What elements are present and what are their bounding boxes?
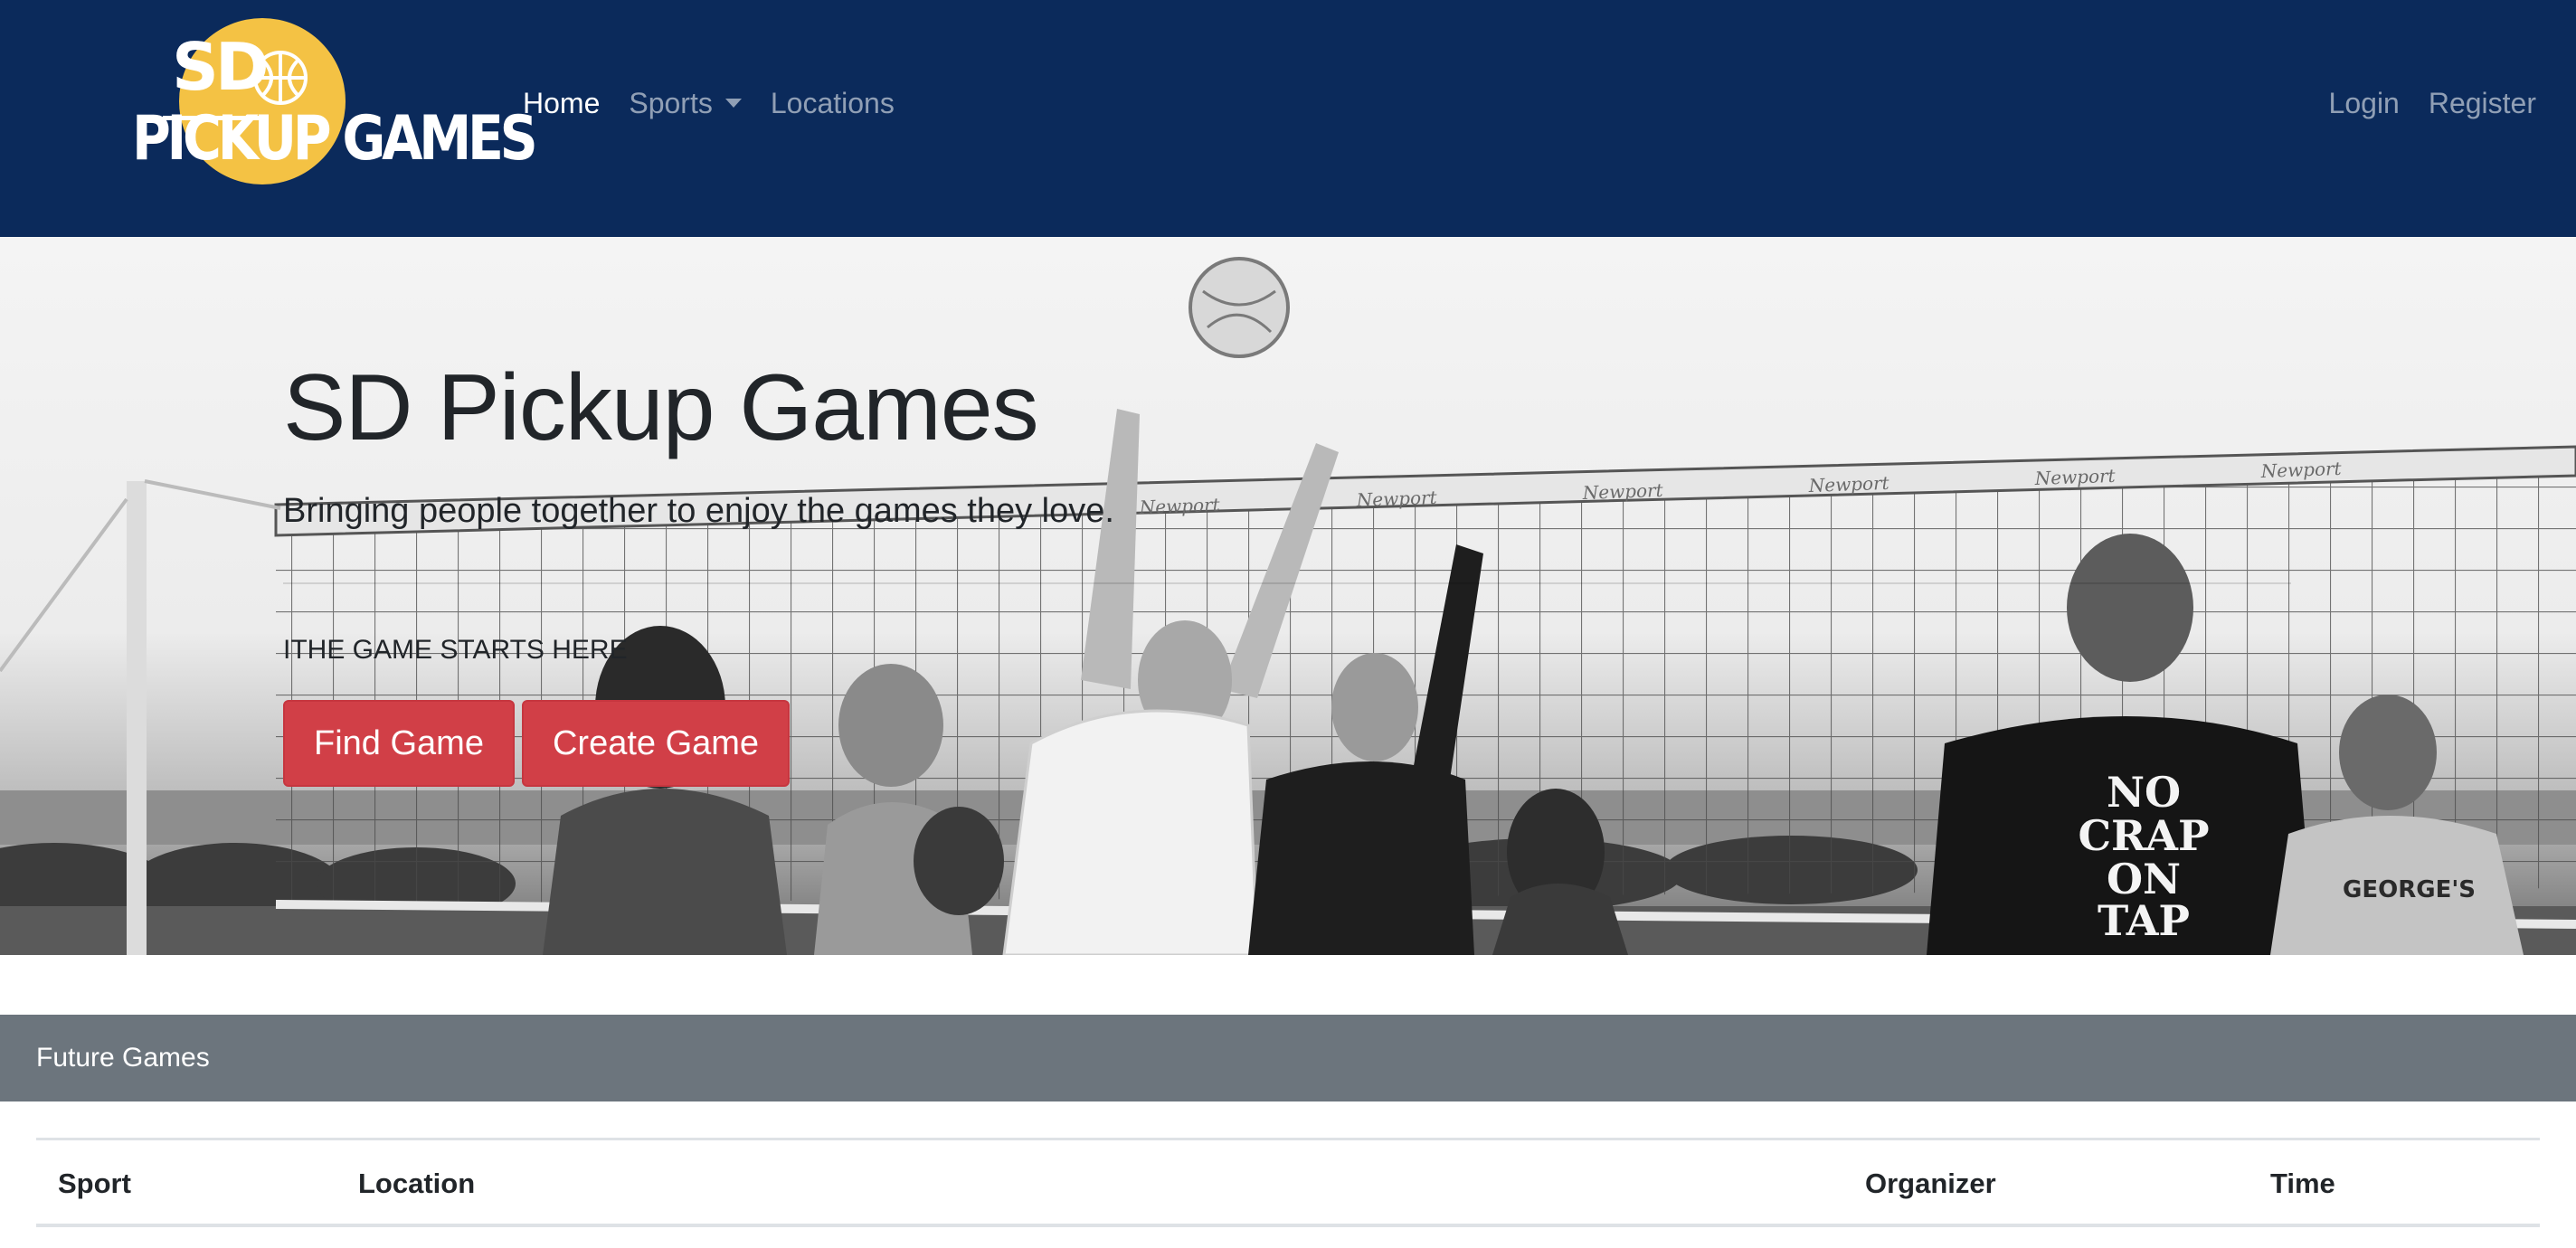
svg-text:Newport: Newport	[1581, 479, 1664, 504]
future-games-card: Future Games Sport Location Organizer Ti…	[0, 1015, 2576, 1248]
hero-title: SD Pickup Games	[283, 355, 1039, 460]
nav-auth: Login Register	[2329, 81, 2536, 125]
svg-text:Newport: Newport	[2259, 458, 2343, 482]
nav-home[interactable]: Home	[523, 81, 600, 125]
shirt-text-line-1: NO	[2107, 768, 2181, 817]
nav-sports-dropdown[interactable]: Sports	[629, 81, 742, 125]
brand-line-1: SD	[172, 29, 270, 105]
column-header-sport[interactable]: Sport	[58, 1140, 131, 1227]
nav-locations[interactable]: Locations	[771, 81, 895, 125]
shirt-text-line-4: TAP	[2098, 896, 2190, 945]
nav-sports-label: Sports	[629, 87, 713, 119]
hero-tagline: ITHE GAME STARTS HERE	[283, 635, 628, 665]
register-link[interactable]: Register	[2429, 81, 2536, 125]
navbar: SD PICKUP GAMES Home Sports Locations Lo…	[0, 0, 2576, 237]
create-game-button[interactable]: Create Game	[521, 700, 791, 787]
column-header-time[interactable]: Time	[2270, 1140, 2335, 1227]
hero-lead: Bringing people together to enjoy the ga…	[283, 492, 1114, 530]
caret-down-icon	[724, 99, 742, 108]
svg-text:Newport: Newport	[1807, 472, 1890, 496]
svg-text:Newport: Newport	[1138, 494, 1221, 518]
hero-buttons: Find Game Create Game	[283, 700, 791, 787]
future-games-header: Future Games	[0, 1015, 2576, 1101]
future-games-table: Sport Location Organizer Time	[36, 1138, 2540, 1248]
hero-divider	[283, 582, 2291, 584]
column-header-organizer[interactable]: Organizer	[1865, 1140, 1996, 1227]
column-header-location[interactable]: Location	[358, 1140, 475, 1227]
svg-text:Newport: Newport	[1355, 487, 1438, 511]
brand-logo[interactable]: SD PICKUP GAMES	[127, 13, 538, 190]
shirt-text-georges: GEORGE'S	[2343, 876, 2476, 903]
brand-line-2: PICKUP GAMES	[132, 103, 538, 175]
shirt-text-line-2: CRAP	[2078, 811, 2209, 860]
hero-jumbotron: Newport Newport Newport Newport Newport …	[0, 237, 2576, 955]
login-link[interactable]: Login	[2329, 81, 2400, 125]
svg-text:Newport: Newport	[2033, 465, 2117, 489]
table-header-row: Sport Location Organizer Time	[36, 1140, 2540, 1227]
find-game-button[interactable]: Find Game	[283, 700, 515, 787]
nav-links: Home Sports Locations	[523, 81, 895, 125]
hero-background-photo: Newport Newport Newport Newport Newport …	[0, 257, 2576, 955]
